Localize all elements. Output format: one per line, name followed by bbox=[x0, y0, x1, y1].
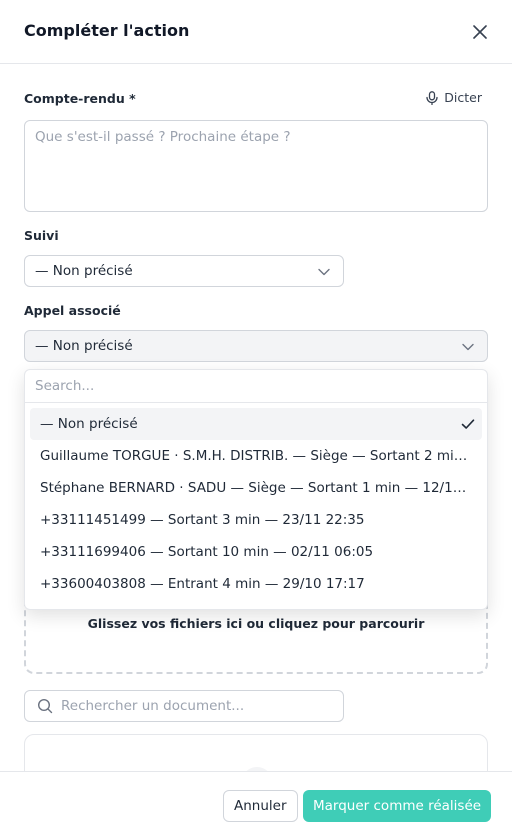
dropdown-option[interactable]: +33600403808 — Entrant 4 min — 29/10 17:… bbox=[30, 568, 482, 600]
linked-call-label: Appel associé bbox=[24, 303, 121, 318]
search-icon bbox=[37, 698, 53, 714]
checkmark-icon bbox=[461, 419, 475, 429]
dropdown-search-placeholder: Search... bbox=[35, 378, 95, 394]
dropdown-option-label: — Non précisé bbox=[40, 416, 138, 432]
dropdown-search-input[interactable]: Search... bbox=[25, 370, 487, 403]
dropdown-option[interactable]: +33111451499 — Sortant 3 min — 23/11 22:… bbox=[30, 504, 482, 536]
close-button[interactable] bbox=[470, 22, 490, 42]
document-search-input[interactable]: Rechercher un document... bbox=[24, 690, 344, 722]
dropdown-options: — Non précisé Guillaume TORGUE · S.M.H. … bbox=[25, 403, 487, 605]
linked-call-selected-value: — Non précisé bbox=[35, 338, 133, 354]
close-icon bbox=[473, 25, 487, 39]
dictate-label: Dicter bbox=[444, 90, 482, 105]
dropdown-option-label: +33111699406 — Sortant 10 min — 02/11 06… bbox=[40, 544, 374, 560]
dropdown-option[interactable]: Stéphane BERNARD · SADU — Siège — Sortan… bbox=[30, 472, 482, 504]
dropzone-text: Glissez vos fichiers ici ou cliquez pour… bbox=[87, 616, 425, 631]
dropdown-option-label: Guillaume TORGUE · S.M.H. DISTRIB. — Siè… bbox=[40, 448, 472, 464]
dropdown-option-label: Stéphane BERNARD · SADU — Siège — Sortan… bbox=[40, 480, 472, 496]
mark-done-button[interactable]: Marquer comme réalisée bbox=[303, 790, 492, 822]
report-label: Compte-rendu * bbox=[24, 91, 136, 106]
followup-label: Suivi bbox=[24, 228, 59, 243]
dropdown-option[interactable]: +33111699406 — Sortant 10 min — 02/11 06… bbox=[30, 536, 482, 568]
linked-call-dropdown: Search... — Non précisé Guillaume TORGUE… bbox=[24, 369, 488, 610]
dropdown-option-label: +33600403808 — Entrant 4 min — 29/10 17:… bbox=[40, 576, 365, 592]
dictate-button[interactable]: Dicter bbox=[426, 90, 482, 105]
modal-title: Compléter l'action bbox=[24, 21, 190, 40]
dropdown-option[interactable]: — Non précisé bbox=[30, 408, 482, 440]
modal-footer: Annuler Marquer comme réalisée bbox=[0, 771, 512, 836]
dropdown-option-label: +33111451499 — Sortant 3 min — 23/11 22:… bbox=[40, 512, 365, 528]
chevron-down-icon bbox=[462, 343, 474, 351]
report-textarea[interactable]: Que s'est-il passé ? Prochaine étape ? bbox=[24, 120, 488, 212]
modal-header: Compléter l'action bbox=[0, 0, 512, 64]
chevron-down-icon bbox=[318, 268, 330, 276]
document-search-placeholder: Rechercher un document... bbox=[61, 698, 245, 714]
dropdown-option[interactable]: Guillaume TORGUE · S.M.H. DISTRIB. — Siè… bbox=[30, 440, 482, 472]
cancel-button[interactable]: Annuler bbox=[223, 790, 298, 822]
microphone-icon bbox=[426, 90, 438, 105]
followup-selected-value: — Non précisé bbox=[35, 263, 133, 279]
linked-call-select[interactable]: — Non précisé bbox=[24, 330, 488, 362]
report-placeholder: Que s'est-il passé ? Prochaine étape ? bbox=[35, 129, 291, 145]
followup-select[interactable]: — Non précisé bbox=[24, 255, 344, 287]
